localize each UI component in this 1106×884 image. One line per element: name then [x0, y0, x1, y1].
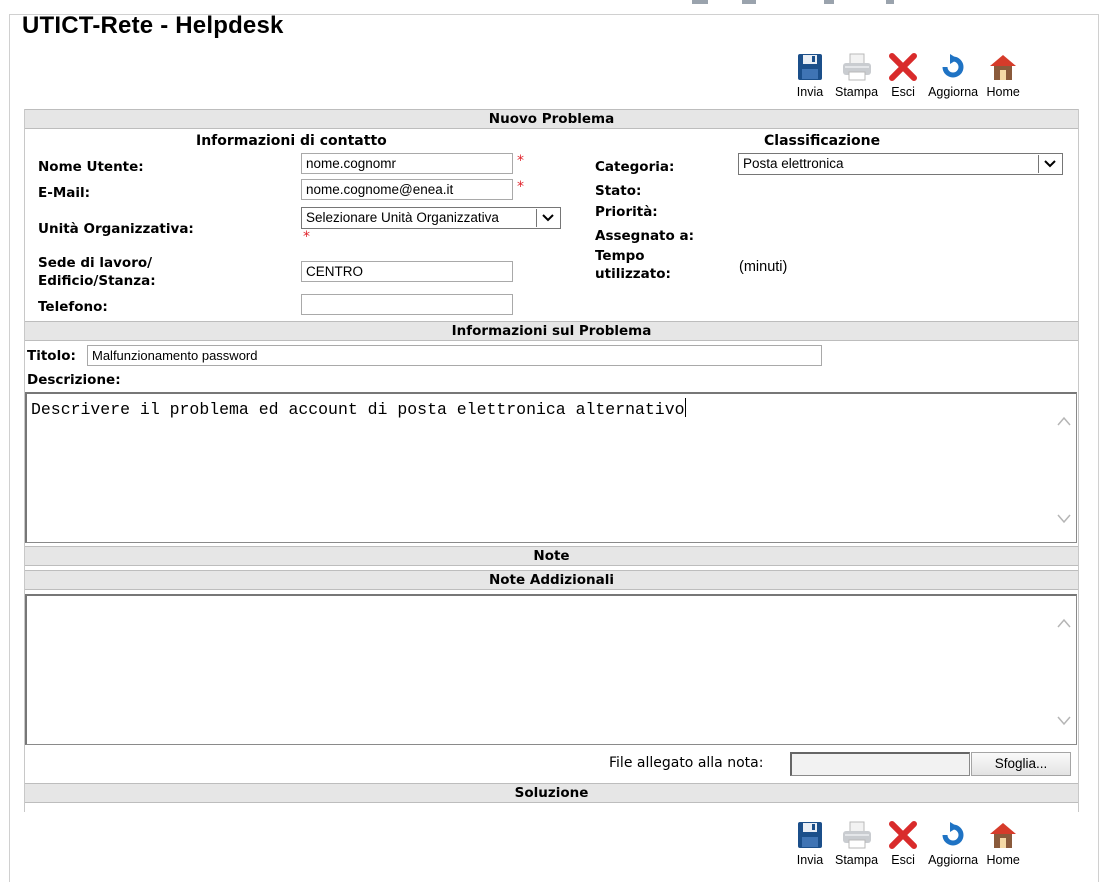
workplace-label-line1: Sede di lavoro/: [38, 255, 153, 271]
scroll-down-icon: [1057, 716, 1071, 726]
description-label: Descrizione:: [27, 372, 121, 388]
title-field[interactable]: Malfunzionamento password: [87, 345, 822, 366]
chevron-down-icon: [536, 209, 559, 227]
required-marker: *: [517, 179, 524, 195]
refresh-icon: [936, 50, 970, 84]
home-icon: [986, 818, 1020, 852]
section-classification: Classificazione: [764, 133, 881, 149]
window-toolbar-fragment: [672, 0, 902, 6]
home-button[interactable]: Home: [986, 818, 1020, 867]
workplace-field[interactable]: CENTRO: [301, 261, 513, 282]
section-nuovo-problema: Nuovo Problema: [25, 109, 1078, 129]
close-icon: [886, 818, 920, 852]
attachment-path-field[interactable]: [790, 752, 970, 776]
description-scrollbar[interactable]: [1052, 394, 1076, 542]
home-button[interactable]: Home: [986, 50, 1020, 99]
title-label: Titolo:: [27, 348, 76, 364]
time-used-label-line2: utilizzato:: [595, 266, 671, 282]
phone-field[interactable]: [301, 294, 513, 315]
save-icon: [793, 818, 827, 852]
scroll-up-icon: [1057, 416, 1071, 426]
org-unit-label: Unità Organizzativa:: [38, 221, 194, 237]
print-icon: [840, 818, 874, 852]
org-unit-select[interactable]: Selezionare Unità Organizzativa: [301, 207, 561, 229]
section-problem-info: Informazioni sul Problema: [25, 321, 1078, 341]
home-icon: [986, 50, 1020, 84]
refresh-icon: [936, 818, 970, 852]
scroll-down-icon: [1057, 514, 1071, 524]
section-notes: Note: [25, 546, 1078, 566]
section-additional-notes: Note Addizionali: [25, 570, 1078, 590]
scroll-up-icon: [1057, 618, 1071, 628]
email-label: E-Mail:: [38, 185, 91, 201]
email-field[interactable]: nome.cognome@enea.it: [301, 179, 513, 200]
time-used-unit: (minuti): [739, 259, 788, 275]
send-button[interactable]: Invia: [793, 818, 827, 867]
print-button[interactable]: Stampa: [835, 818, 878, 867]
section-contact-info: Informazioni di contatto: [196, 133, 387, 149]
priority-label: Priorità:: [595, 204, 658, 220]
section-solution: Soluzione: [25, 783, 1078, 803]
notes-scrollbar[interactable]: [1052, 596, 1076, 744]
toolbar-bottom: Invia Stampa Esci Aggiorna Home: [793, 818, 1028, 867]
save-icon: [793, 50, 827, 84]
category-select[interactable]: Posta elettronica: [738, 153, 1063, 175]
notes-textarea[interactable]: [25, 594, 1077, 745]
phone-label: Telefono:: [38, 299, 108, 315]
print-icon: [840, 50, 874, 84]
attachment-label: File allegato alla nota:: [609, 755, 764, 771]
category-label: Categoria:: [595, 159, 675, 175]
username-label: Nome Utente:: [38, 159, 144, 175]
username-field[interactable]: nome.cognomr: [301, 153, 513, 174]
status-label: Stato:: [595, 183, 642, 199]
exit-button[interactable]: Esci: [886, 818, 920, 867]
ticket-form: Nuovo Problema Informazioni di contatto …: [24, 109, 1079, 812]
description-textarea[interactable]: Descrivere il problema ed account di pos…: [25, 392, 1077, 543]
chevron-down-icon: [1038, 155, 1061, 173]
page-title: UTICT-Rete - Helpdesk: [22, 12, 284, 39]
required-marker: *: [303, 229, 310, 245]
toolbar-top: Invia Stampa Esci Aggiorna Home: [793, 50, 1028, 99]
print-button[interactable]: Stampa: [835, 50, 878, 99]
refresh-button[interactable]: Aggiorna: [928, 50, 978, 99]
required-marker: *: [517, 153, 524, 169]
text-cursor: [684, 398, 686, 417]
browse-button[interactable]: Sfoglia...: [971, 752, 1071, 776]
time-used-label-line1: Tempo: [595, 248, 645, 264]
assigned-label: Assegnato a:: [595, 228, 694, 244]
close-icon: [886, 50, 920, 84]
exit-button[interactable]: Esci: [886, 50, 920, 99]
workplace-label-line2: Edificio/Stanza:: [38, 273, 156, 289]
refresh-button[interactable]: Aggiorna: [928, 818, 978, 867]
send-button[interactable]: Invia: [793, 50, 827, 99]
